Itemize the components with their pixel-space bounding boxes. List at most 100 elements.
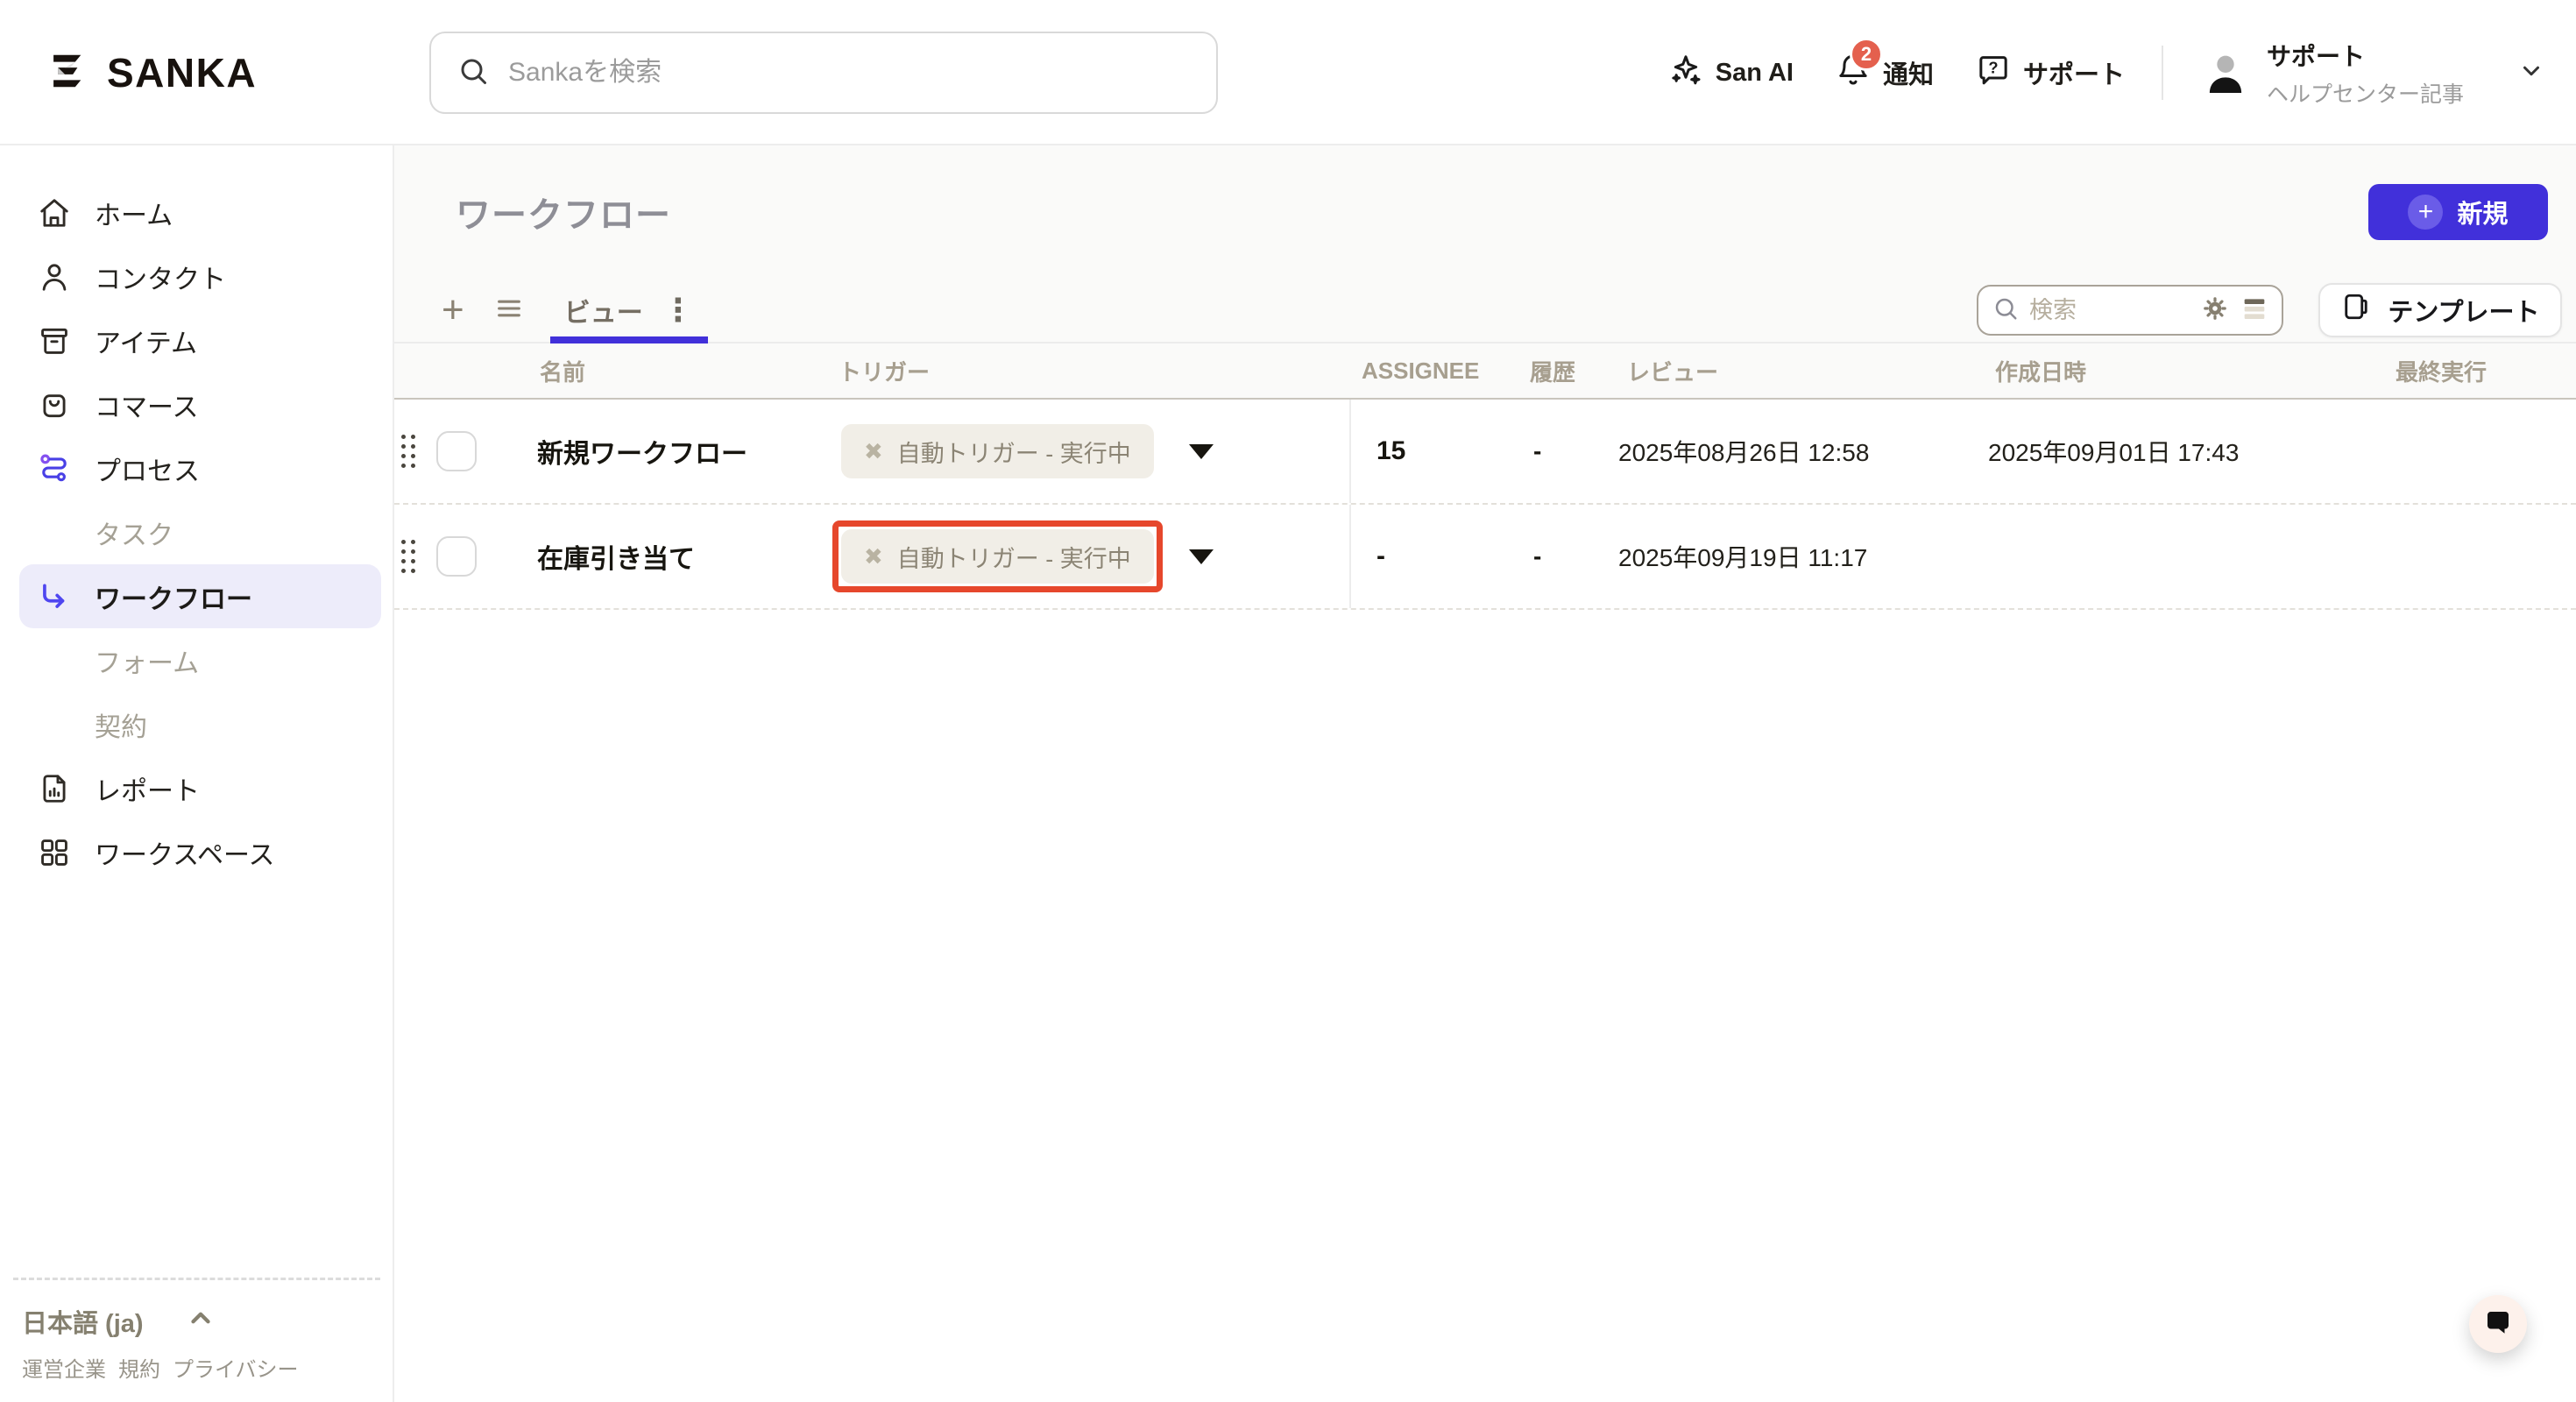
trigger-status-badge[interactable]: ✖ 自動トリガー - 実行中: [841, 424, 1154, 478]
sidebar: ホーム コンタクト アイテム コマース: [0, 145, 394, 1402]
chevron-down-icon[interactable]: [2518, 58, 2544, 89]
table-search[interactable]: [1977, 285, 2283, 336]
col-header-name[interactable]: 名前: [537, 355, 832, 387]
sidebar-item-tasks[interactable]: タスク: [19, 500, 381, 564]
col-header-created[interactable]: 作成日時: [1988, 355, 2390, 387]
notification-count-badge: 2: [1850, 38, 1883, 71]
trigger-x-icon: ✖: [864, 440, 883, 463]
avatar: [2200, 47, 2251, 98]
row-density-icon[interactable]: [2240, 294, 2269, 328]
history-cell: -: [1530, 400, 1618, 503]
archive-box-icon: [37, 323, 72, 358]
workflow-name-link[interactable]: 在庫引き当て: [537, 537, 695, 576]
grid-icon: [37, 835, 72, 870]
tab-view-active[interactable]: ビュー ⋮: [554, 279, 704, 342]
terms-link[interactable]: 規約: [118, 1352, 160, 1383]
page-title: ワークフロー: [456, 187, 671, 237]
table-search-input[interactable]: [2029, 297, 2190, 324]
table-header: 名前 トリガー ASSIGNEE 履歴 レビュー 作成日時 最終実行: [394, 343, 2576, 400]
san-ai-button[interactable]: San AI: [1668, 52, 1794, 94]
sanka-logo-icon: [46, 48, 91, 98]
last-run-cell: [2390, 400, 2576, 503]
help-bubble-icon: ?: [1976, 52, 2011, 94]
user-name: サポート: [2267, 38, 2464, 73]
company-link[interactable]: 運営企業: [22, 1352, 106, 1383]
sidebar-item-process[interactable]: プロセス: [19, 436, 381, 500]
table-row: 新規ワークフロー ✖ 自動トリガー - 実行中 15 - 2025年08月26日…: [394, 400, 2576, 505]
sparkle-icon: [1668, 52, 1703, 94]
sidebar-item-workspace[interactable]: ワークスペース: [19, 820, 381, 884]
chat-fab-button[interactable]: [2469, 1295, 2527, 1353]
notifications-button[interactable]: 2 通知: [1836, 52, 1934, 94]
col-header-trigger[interactable]: トリガー: [832, 355, 1351, 387]
global-search-input[interactable]: [508, 58, 1190, 88]
shopping-bag-icon: [37, 387, 72, 422]
sidebar-item-workflows[interactable]: ワークフロー: [19, 564, 381, 628]
trigger-dropdown-caret[interactable]: [1189, 549, 1214, 564]
review-date-cell: 2025年08月26日 12:58: [1618, 400, 1988, 503]
template-button[interactable]: テンプレート: [2318, 283, 2562, 337]
user-menu[interactable]: サポート ヘルプセンター記事: [2200, 38, 2544, 109]
sidebar-item-home[interactable]: ホーム: [19, 181, 381, 244]
topbar: SANKA San AI: [0, 0, 2576, 145]
logo-text: SANKA: [107, 49, 257, 96]
sidebar-item-forms[interactable]: フォーム: [19, 628, 381, 692]
trigger-badge-wrap: ✖ 自動トリガー - 実行中: [832, 415, 1163, 487]
drag-handle-icon[interactable]: [401, 540, 415, 573]
svg-text:?: ?: [1988, 59, 1998, 77]
bell-icon: 2: [1836, 52, 1871, 94]
review-date-cell: 2025年09月19日 11:17: [1618, 505, 1988, 608]
plus-circle-icon: +: [2408, 195, 2443, 230]
privacy-link[interactable]: プライバシー: [173, 1352, 299, 1383]
search-icon: [457, 55, 489, 91]
support-button[interactable]: ? サポート: [1976, 52, 2125, 94]
chat-bubble-icon: [2482, 1306, 2514, 1342]
template-book-icon: [2340, 291, 2372, 329]
view-list-icon[interactable]: [494, 294, 524, 328]
language-selector[interactable]: 日本語 (ja): [22, 1303, 372, 1340]
home-icon: [37, 195, 72, 230]
row-checkbox[interactable]: [436, 536, 477, 577]
history-cell: -: [1530, 505, 1618, 608]
trigger-status-label: 自動トリガー - 実行中: [897, 435, 1131, 469]
search-icon: [1992, 295, 2019, 326]
sidebar-item-contracts[interactable]: 契約: [19, 692, 381, 756]
col-header-assignee[interactable]: ASSIGNEE: [1351, 358, 1530, 385]
created-date-cell: 2025年09月01日 17:43: [1988, 400, 2390, 503]
workflow-name-link[interactable]: 新規ワークフロー: [537, 432, 747, 471]
sanka-logo[interactable]: SANKA: [46, 0, 257, 145]
trigger-status-badge[interactable]: ✖ 自動トリガー - 実行中: [841, 529, 1154, 584]
new-workflow-button[interactable]: + 新規: [2368, 184, 2548, 240]
drag-handle-icon[interactable]: [401, 435, 415, 468]
sidebar-item-reports[interactable]: レポート: [19, 756, 381, 820]
col-header-last-run[interactable]: 最終実行: [2390, 355, 2576, 387]
support-label: サポート: [2023, 54, 2125, 91]
row-checkbox[interactable]: [436, 431, 477, 471]
kebab-menu-icon[interactable]: ⋮: [662, 292, 694, 329]
col-header-review[interactable]: レビュー: [1618, 355, 1988, 387]
sidebar-item-label: タスク: [95, 513, 173, 552]
language-label: 日本語 (ja): [22, 1303, 144, 1340]
sidebar-item-label: コンタクト: [95, 258, 226, 296]
sidebar-item-label: ワークフロー: [95, 577, 252, 616]
sidebar-item-label: 契約: [95, 705, 147, 744]
sidebar-item-items[interactable]: アイテム: [19, 308, 381, 372]
route-icon: [37, 451, 72, 486]
view-toolbar: + ビュー ⋮: [394, 279, 2576, 343]
trigger-status-label: 自動トリガー - 実行中: [897, 540, 1131, 574]
user-subtitle: ヘルプセンター記事: [2267, 77, 2464, 109]
san-ai-label: San AI: [1716, 59, 1794, 88]
gear-icon[interactable]: [2201, 294, 2229, 327]
sidebar-item-label: レポート: [95, 769, 200, 808]
sidebar-item-contacts[interactable]: コンタクト: [19, 244, 381, 308]
sidebar-footer: 日本語 (ja) 運営企業 規約 プライバシー: [13, 1278, 380, 1388]
page-header: ワークフロー + 新規: [394, 145, 2576, 279]
trigger-dropdown-caret[interactable]: [1189, 444, 1214, 459]
global-search[interactable]: [429, 32, 1218, 114]
sidebar-item-commerce[interactable]: コマース: [19, 372, 381, 436]
col-header-history[interactable]: 履歴: [1530, 355, 1618, 387]
add-view-button[interactable]: +: [442, 291, 464, 329]
sidebar-item-label: プロセス: [95, 450, 200, 488]
active-tab-indicator: [550, 336, 708, 343]
main-content: ワークフロー + 新規 + ビュー ⋮: [394, 145, 2576, 1402]
